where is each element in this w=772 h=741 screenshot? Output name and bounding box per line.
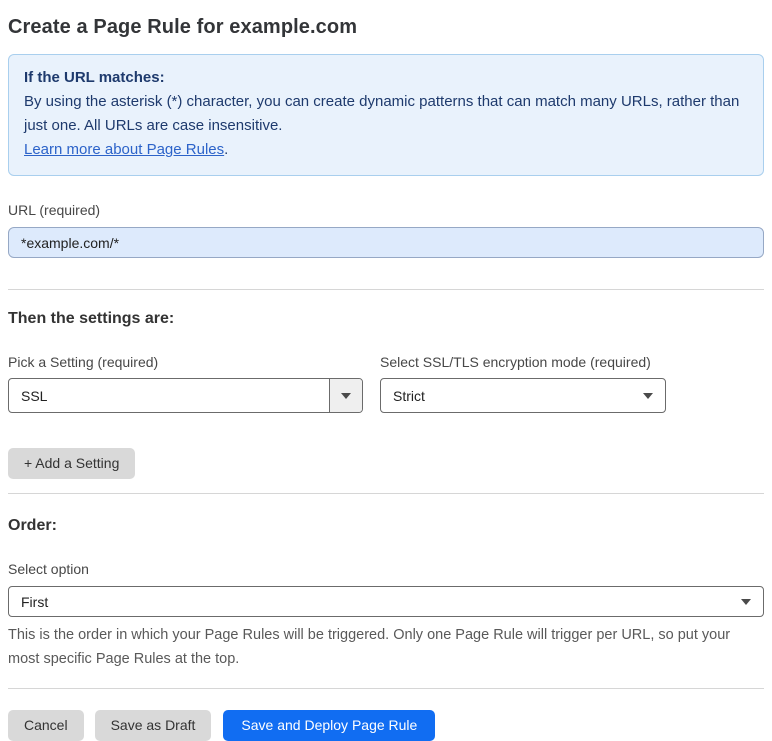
chevron-down-icon (741, 598, 751, 605)
section-divider (8, 688, 764, 689)
setting-picker-label: Pick a Setting (required) (8, 354, 159, 370)
info-box-link-line: Learn more about Page Rules. (24, 138, 748, 162)
section-divider (8, 493, 764, 494)
ssl-mode-select-value: Strict (393, 387, 425, 404)
setting-select-arrow-button[interactable] (329, 379, 362, 412)
chevron-down-icon (643, 392, 653, 399)
save-and-deploy-button[interactable]: Save and Deploy Page Rule (223, 710, 436, 741)
url-input[interactable] (8, 227, 764, 258)
url-field-label: URL (required) (8, 202, 101, 218)
info-box-heading: If the URL matches: (24, 69, 165, 86)
info-box-body: By using the asterisk (*) character, you… (24, 93, 740, 134)
chevron-down-icon (341, 392, 351, 399)
setting-select[interactable]: SSL (8, 378, 363, 413)
order-section-heading: Order: (8, 517, 57, 534)
order-select-label: Select option (8, 561, 89, 577)
create-page-rule-form: Create a Page Rule for example.com If th… (0, 0, 772, 741)
ssl-mode-select-arrow (631, 379, 665, 412)
order-help-text: This is the order in which your Page Rul… (8, 627, 731, 667)
add-setting-button[interactable]: + Add a Setting (8, 448, 136, 479)
url-match-info-box: If the URL matches: By using the asteris… (8, 54, 764, 176)
order-select[interactable]: First (8, 586, 764, 617)
settings-section-heading: Then the settings are: (8, 310, 175, 327)
cancel-button[interactable]: Cancel (8, 710, 84, 741)
order-select-value: First (21, 593, 49, 610)
learn-more-link[interactable]: Learn more about Page Rules (24, 141, 224, 158)
order-select-arrow (729, 587, 763, 616)
ssl-mode-column: Select SSL/TLS encryption mode (required… (380, 353, 666, 413)
ssl-mode-label: Select SSL/TLS encryption mode (required… (380, 354, 651, 370)
section-divider (8, 289, 764, 290)
footer-actions: Cancel Save as Draft Save and Deploy Pag… (8, 710, 764, 741)
ssl-mode-select[interactable]: Strict (380, 378, 666, 413)
page-title: Create a Page Rule for example.com (8, 16, 358, 38)
settings-row: Pick a Setting (required) SSL Select SSL… (8, 353, 764, 413)
setting-select-value: SSL (21, 387, 48, 404)
link-suffix: . (224, 141, 229, 158)
setting-picker-column: Pick a Setting (required) SSL (8, 353, 363, 413)
save-as-draft-button[interactable]: Save as Draft (94, 710, 212, 741)
